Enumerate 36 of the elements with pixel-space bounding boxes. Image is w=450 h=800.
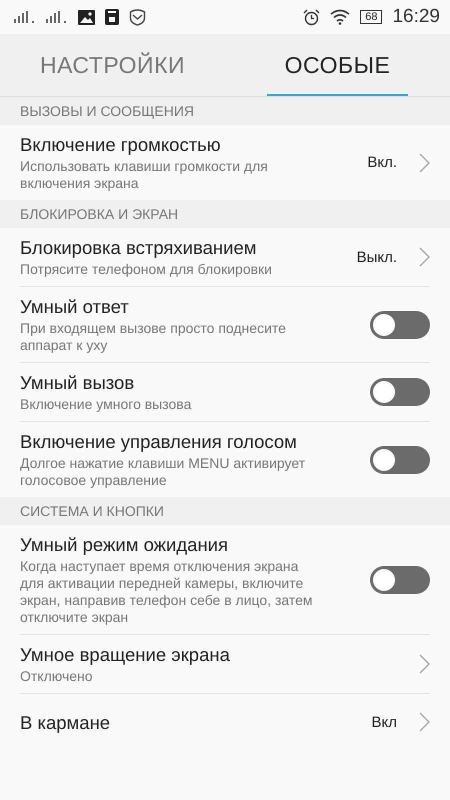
- setting-title: Включение громкостью: [20, 133, 221, 156]
- signal-icon: [46, 11, 68, 23]
- sd-card-icon: [105, 9, 119, 25]
- setting-title: Включение управления голосом: [20, 430, 297, 453]
- section-header: ВЫЗОВЫ И СООБЩЕНИЯ: [0, 97, 450, 125]
- shield-icon: [129, 8, 146, 26]
- alarm-icon: [303, 8, 320, 26]
- setting-description: Когда наступает время отключения экрана для активации передней камеры, включите экран, направив телефон себе в лицо, затем отключите экран: [20, 558, 314, 626]
- setting-value: Выкл.: [356, 248, 397, 266]
- setting-value: Вкл.: [367, 154, 397, 171]
- wifi-icon: [330, 9, 350, 25]
- setting-description: Отключено: [20, 668, 93, 685]
- setting-title: Блокировка встряхиванием: [20, 236, 256, 259]
- clock-time: 16:29: [392, 6, 440, 28]
- battery-level: 68: [360, 10, 382, 24]
- setting-value: Вкл: [372, 714, 397, 730]
- signal-icon: [14, 11, 36, 23]
- setting-description: Долгое нажатие клавиши MENU активирует голосовое управление: [20, 455, 306, 489]
- toggle-switch[interactable]: [370, 378, 430, 406]
- toggle-switch[interactable]: [370, 310, 430, 338]
- tab[interactable]: НАСТРОЙКИ: [0, 34, 225, 96]
- setting-title: В кармане: [20, 710, 110, 734]
- setting-title: Умное вращение экрана: [20, 643, 230, 666]
- tab[interactable]: ОСОБЫЕ: [225, 34, 450, 96]
- toggle-switch[interactable]: [370, 566, 430, 594]
- setting-description: Потрясите телефоном для блокировки: [20, 261, 272, 278]
- toggle-switch[interactable]: [370, 446, 430, 474]
- setting-title: Умный ответ: [20, 295, 129, 318]
- setting-description: Использовать клавиши громкости для включения экрана: [20, 158, 269, 192]
- image-icon: [78, 10, 95, 24]
- setting-description: Включение умного вызова: [20, 396, 192, 413]
- setting-description: При входящем вызове просто поднесите аппарат к уху: [20, 320, 287, 354]
- setting-title: Умный режим ожидания: [20, 533, 228, 556]
- setting-title: Умный вызов: [20, 371, 134, 394]
- section-header: СИСТЕМА И КНОПКИ: [0, 497, 450, 525]
- section-header: БЛОКИРОВКА И ЭКРАН: [0, 200, 450, 228]
